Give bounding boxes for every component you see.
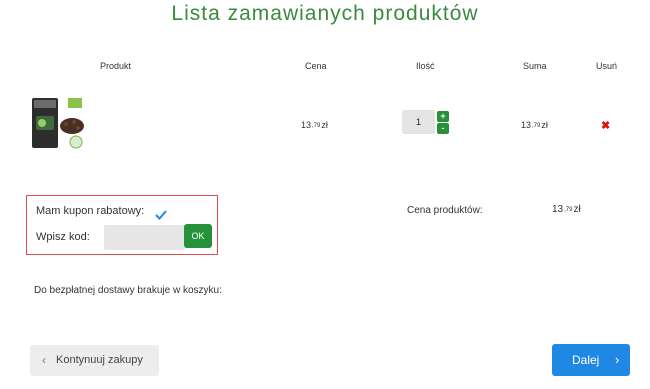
chevron-right-icon: ›	[615, 352, 620, 367]
continue-shopping-button[interactable]: ‹ Kontynuuj zakupy	[30, 345, 159, 376]
next-button[interactable]: Dalej ›	[552, 344, 630, 376]
checkmark-icon	[155, 210, 167, 220]
quantity-input[interactable]: 1	[402, 110, 435, 134]
quantity-minus-button[interactable]: -	[437, 123, 449, 134]
header-price: Cena	[305, 61, 327, 71]
remove-icon[interactable]: ✖	[601, 119, 610, 132]
coupon-ok-button[interactable]: OK	[184, 224, 212, 248]
page-title: Lista zamawianych produktów	[171, 2, 479, 25]
coupon-code-input[interactable]	[104, 225, 185, 250]
coupon-code-label: Wpisz kod:	[36, 231, 90, 243]
sum-unit: zł	[541, 120, 548, 130]
sum-cell: 13,79zł	[521, 120, 548, 130]
product-image[interactable]	[30, 96, 86, 152]
price-cell: 13,79zł	[301, 120, 328, 130]
products-price-label: Cena produktów:	[407, 205, 483, 216]
price-int: 13	[301, 120, 312, 130]
coupon-checkbox-label: Mam kupon rabatowy:	[36, 205, 145, 217]
free-delivery-text: Do bezpłatnej dostawy brakuje w koszyku:	[34, 285, 222, 296]
price-dec: ,79	[312, 123, 321, 129]
quantity-plus-button[interactable]: +	[437, 111, 449, 122]
header-remove: Usuń	[596, 61, 618, 71]
products-price-unit: zł	[573, 204, 581, 215]
header-sum: Suma	[523, 61, 547, 71]
products-price-value: 13,79zł	[552, 204, 581, 215]
chevron-left-icon: ‹	[42, 353, 46, 367]
products-price-dec: ,79	[564, 207, 573, 213]
sum-int: 13	[521, 120, 532, 130]
products-price-int: 13	[552, 204, 564, 215]
coupon-checkbox[interactable]	[154, 208, 168, 222]
header-product: Produkt	[100, 61, 132, 71]
next-button-label: Dalej	[572, 353, 600, 367]
continue-shopping-label: Kontynuuj zakupy	[56, 354, 143, 366]
header-quantity: Ilość	[416, 61, 435, 71]
sum-dec: ,79	[532, 123, 541, 129]
price-unit: zł	[321, 120, 328, 130]
